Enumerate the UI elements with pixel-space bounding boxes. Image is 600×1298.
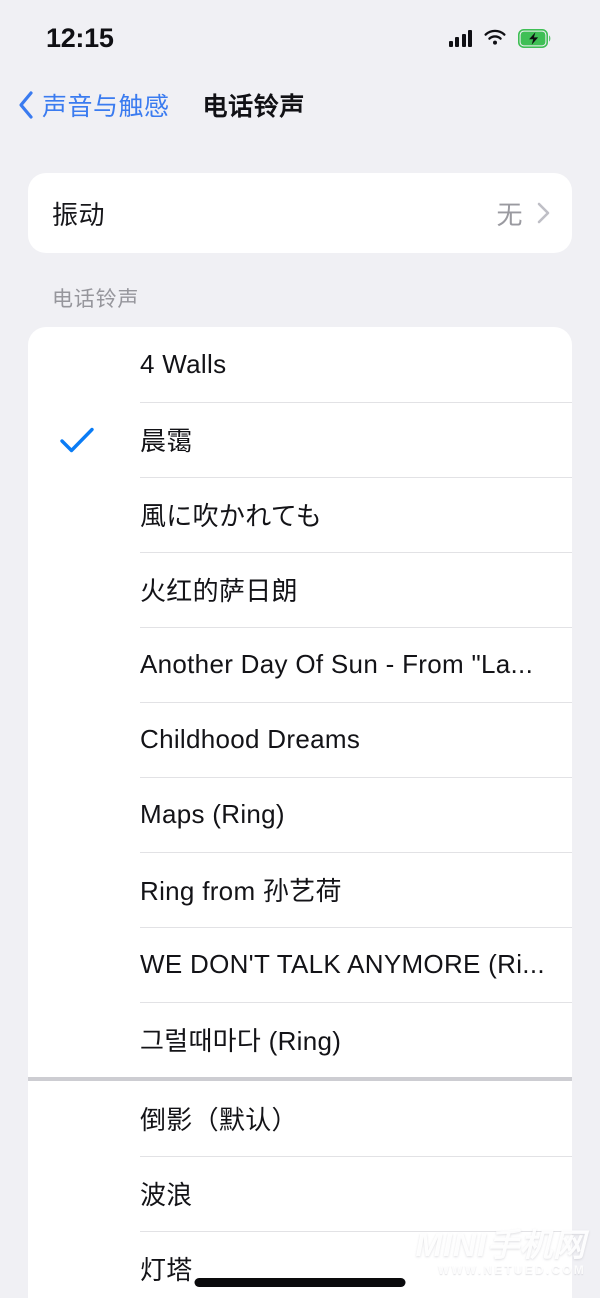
ringtone-row[interactable]: Another Day Of Sun - From "La... [28, 627, 572, 702]
ringtone-row[interactable]: 灯塔 [28, 1231, 572, 1298]
home-indicator[interactable] [194, 1278, 406, 1287]
ringtone-row[interactable]: 4 Walls [28, 327, 572, 402]
status-bar: 12:15 [0, 0, 600, 72]
back-button-label: 声音与触感 [42, 93, 170, 121]
status-time: 12:15 [46, 22, 114, 53]
ringtone-label: 그럴때마다 (Ring) [140, 1026, 342, 1056]
ringtone-row[interactable]: 倒影（默认） [28, 1081, 572, 1156]
ringtone-label: 4 Walls [140, 349, 227, 379]
vibration-value: 无 [496, 199, 523, 230]
vibration-label: 振动 [52, 199, 106, 230]
ringtone-row[interactable]: 그럴때마다 (Ring) [28, 1002, 572, 1077]
ringtone-label: 晨霭 [140, 426, 193, 456]
ringtones-section-header: 电话铃声 [52, 288, 140, 311]
ringtone-label: WE DON'T TALK ANYMORE (Ri... [140, 949, 545, 979]
ringtone-label: 風に吹かれても [140, 501, 323, 531]
vibration-row[interactable]: 振动 无 [28, 173, 572, 253]
page-title: 电话铃声 [202, 93, 305, 121]
chevron-left-icon [19, 91, 33, 119]
battery-charging-icon [518, 28, 551, 48]
ringtones-custom-group: 4 Walls 晨霭風に吹かれても 火红的萨日朗 Another Day Of Sun… [28, 327, 572, 1077]
ringtone-row[interactable]: 火红的萨日朗 [28, 552, 572, 627]
ringtone-label: Ring from 孙艺荷 [140, 876, 342, 906]
wifi-icon [484, 29, 506, 45]
ringtone-row[interactable]: Maps (Ring) [28, 777, 572, 852]
ringtone-label: 火红的萨日朗 [140, 576, 298, 606]
ringtone-row[interactable]: Childhood Dreams [28, 702, 572, 777]
ringtone-label: Another Day Of Sun - From "La... [140, 649, 534, 679]
navigation-bar: 声音与触感 电话铃声 [0, 72, 600, 138]
checkmark-icon [60, 427, 94, 452]
back-button[interactable]: 声音与触感 [17, 87, 170, 123]
ringtone-row[interactable]: 晨霭 [28, 402, 572, 477]
ringtone-check-slot [28, 426, 140, 454]
ringtone-row[interactable]: 風に吹かれても [28, 477, 572, 552]
ringtone-label: Maps (Ring) [140, 799, 285, 829]
cellular-signal-icon [448, 29, 472, 47]
ringtone-label: 波浪 [140, 1180, 193, 1210]
vibration-card: 振动 无 [28, 173, 572, 253]
ringtone-label: Childhood Dreams [140, 724, 361, 754]
ringtone-row[interactable]: Ring from 孙艺荷 [28, 852, 572, 927]
ringtone-label: 倒影（默认） [140, 1105, 298, 1135]
chevron-right-icon [537, 202, 550, 224]
ringtone-row[interactable]: WE DON'T TALK ANYMORE (Ri... [28, 927, 572, 1002]
ringtones-card: 4 Walls 晨霭風に吹かれても 火红的萨日朗 Another Day Of Sun… [28, 327, 572, 1298]
ringtones-default-group: 倒影（默认） 波浪灯塔 [28, 1081, 572, 1298]
ringtone-row[interactable]: 波浪 [28, 1156, 572, 1231]
status-indicators [448, 28, 553, 48]
